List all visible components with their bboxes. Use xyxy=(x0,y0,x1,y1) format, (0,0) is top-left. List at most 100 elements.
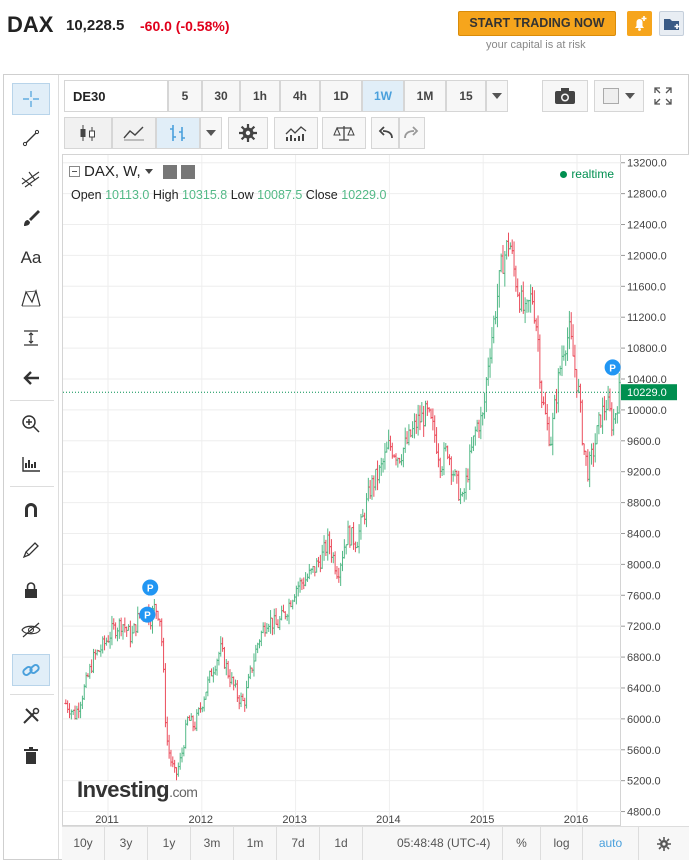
interval-30[interactable]: 30 xyxy=(202,80,240,112)
auto-toggle[interactable]: auto xyxy=(582,827,638,860)
interval-1w[interactable]: 1W xyxy=(362,80,404,112)
chart-plot-area[interactable]: P P P DAX, W, Open 10113.0 High 10315.8 Lo… xyxy=(62,154,622,827)
tools-button[interactable] xyxy=(12,700,50,732)
lock-icon xyxy=(25,582,37,598)
range-button-1d[interactable]: 1d xyxy=(320,827,363,860)
pattern-tool[interactable] xyxy=(12,282,50,314)
undo-icon xyxy=(378,126,393,139)
risk-note: your capital is at risk xyxy=(486,39,586,51)
candles-button[interactable] xyxy=(64,117,112,149)
delete-button[interactable] xyxy=(12,740,50,772)
interval-4h[interactable]: 4h xyxy=(280,80,320,112)
fullscreen-icon xyxy=(654,87,672,105)
brush-icon xyxy=(24,210,40,226)
instrument-symbol: DAX xyxy=(7,12,54,37)
pitchfork-tool[interactable] xyxy=(12,162,50,194)
open-value: 10113.0 xyxy=(105,188,150,202)
ruler-tool[interactable] xyxy=(12,448,50,480)
price-axis-labels: 13200.0 12800.0 12400.0 12000.0 11600.0 11200… xyxy=(621,158,677,819)
range-button-7d[interactable]: 7d xyxy=(277,827,320,860)
y-tick-label: 4800.0 xyxy=(627,807,661,819)
compare-button[interactable] xyxy=(322,117,366,149)
y-tick-label: 6800.0 xyxy=(627,652,661,664)
interval-1d[interactable]: 1D xyxy=(320,80,362,112)
chevron-down-icon xyxy=(206,130,216,136)
interval-1h[interactable]: 1h xyxy=(240,80,280,112)
trendline-tool[interactable] xyxy=(12,122,50,154)
lock-tool[interactable] xyxy=(12,574,50,606)
header: DAX 10,228.5 -60.0 (-0.58%) START TRADIN… xyxy=(0,0,692,72)
price-axis[interactable]: 13200.0 12800.0 12400.0 12000.0 11600.0 11200… xyxy=(621,154,689,826)
percent-toggle[interactable]: % xyxy=(502,827,540,860)
alert-button[interactable] xyxy=(627,11,652,36)
ruler-icon xyxy=(22,457,40,472)
symbol-input[interactable]: DE30 xyxy=(64,80,168,112)
text-icon: Aa xyxy=(20,248,42,267)
undo-button[interactable] xyxy=(371,117,399,149)
hide-drawings-tool[interactable] xyxy=(12,614,50,646)
bars-chart-button[interactable] xyxy=(156,117,200,149)
settings-button[interactable] xyxy=(228,117,268,149)
range-buttons: 10y 3y 1y 3m 1m 7d 1d xyxy=(62,827,363,860)
magnet-icon xyxy=(25,503,37,517)
y-tick-label: 8400.0 xyxy=(627,528,661,540)
start-trading-button[interactable]: START TRADING NOW xyxy=(458,11,616,36)
y-tick-label: 7200.0 xyxy=(627,621,661,633)
bottom-bar: 10y 3y 1y 3m 1m 7d 1d 05:48:48 (UTC-4) % log a… xyxy=(62,814,689,860)
range-button-1y[interactable]: 1y xyxy=(148,827,191,860)
add-portfolio-button[interactable] xyxy=(659,11,684,36)
y-tick-label: 12800.0 xyxy=(627,189,667,201)
event-marker-label: P xyxy=(147,584,154,595)
axis-settings-button[interactable] xyxy=(638,827,688,860)
chart-style-button[interactable] xyxy=(594,80,644,112)
last-price: 10,228.5 xyxy=(66,17,125,34)
realtime-label: realtime xyxy=(571,167,614,181)
link-tool[interactable] xyxy=(12,654,50,686)
brush-tool[interactable] xyxy=(12,202,50,234)
camera-icon xyxy=(555,88,575,104)
redo-button[interactable] xyxy=(399,117,425,149)
price-chart[interactable]: P P P xyxy=(63,155,622,827)
zoom-tool[interactable] xyxy=(12,408,50,440)
range-button-1m[interactable]: 1m xyxy=(234,827,277,860)
drawing-toolbar: Aa xyxy=(4,75,59,859)
range-button-3y[interactable]: 3y xyxy=(105,827,148,860)
collapse-legend-button[interactable] xyxy=(69,166,80,177)
status-dot-icon xyxy=(560,170,568,178)
crosshair-tool[interactable] xyxy=(12,83,50,115)
series-title: DAX, W, xyxy=(84,163,141,180)
lock-pencil-tool[interactable] xyxy=(12,534,50,566)
y-tick-label: 5600.0 xyxy=(627,745,661,757)
interval-dropdown[interactable] xyxy=(486,80,508,112)
chart-type-dropdown[interactable] xyxy=(200,117,222,149)
range-button-3m[interactable]: 3m xyxy=(191,827,234,860)
x-tick-label: 2016 xyxy=(563,814,589,826)
color-swatch xyxy=(603,88,619,104)
interval-15[interactable]: 15 xyxy=(446,80,486,112)
bell-plus-icon xyxy=(635,16,647,31)
y-tick-label: 10400.0 xyxy=(627,374,667,386)
interval-5[interactable]: 5 xyxy=(168,80,202,112)
log-toggle[interactable]: log xyxy=(540,827,582,860)
area-chart-button[interactable] xyxy=(112,117,156,149)
gear-icon[interactable] xyxy=(180,164,195,179)
text-tool[interactable]: Aa xyxy=(12,242,50,274)
back-arrow-tool[interactable] xyxy=(12,362,50,394)
chevron-down-icon xyxy=(492,93,502,99)
chevron-down-icon xyxy=(625,93,635,99)
open-label: Open xyxy=(71,188,102,202)
measure-tool[interactable] xyxy=(12,322,50,354)
gear-icon xyxy=(239,124,257,142)
interval-1m[interactable]: 1M xyxy=(404,80,446,112)
low-value: 10087.5 xyxy=(257,188,303,202)
fullscreen-button[interactable] xyxy=(648,80,678,112)
ohlc-bars-icon xyxy=(170,125,185,141)
magnet-tool[interactable] xyxy=(12,494,50,526)
indicators-button[interactable] xyxy=(274,117,318,149)
gear-icon xyxy=(656,836,671,851)
eye-icon[interactable] xyxy=(162,164,177,179)
y-tick-label: 6000.0 xyxy=(627,714,661,726)
watermark-suffix: .com xyxy=(169,784,198,800)
range-button-10y[interactable]: 10y xyxy=(62,827,105,860)
snapshot-button[interactable] xyxy=(542,80,588,112)
